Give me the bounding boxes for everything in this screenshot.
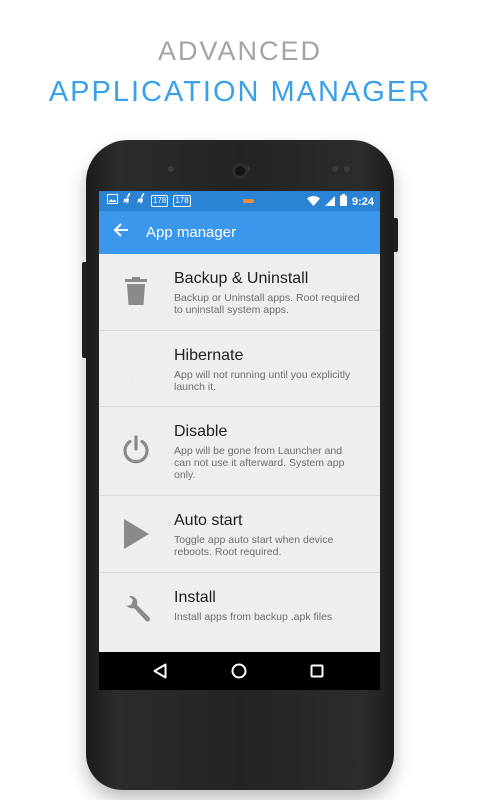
status-left-icons: 178 178 xyxy=(107,193,191,209)
phone-screen: 178 178 9:24 App manager Backup & Uninst… xyxy=(99,191,380,690)
menu-list: Backup & Uninstall Backup or Uninstall a… xyxy=(99,254,380,649)
play-icon xyxy=(119,517,153,551)
notification-dot xyxy=(243,199,254,203)
wrench-icon xyxy=(119,593,153,627)
menu-item-desc: Toggle app auto start when device reboot… xyxy=(174,534,374,558)
menu-item-desc-line: reboots. Root required. xyxy=(174,546,282,558)
status-bar: 178 178 9:24 xyxy=(99,191,380,211)
menu-item-auto-start[interactable]: Auto start Toggle app auto start when de… xyxy=(99,496,380,573)
navigation-bar xyxy=(99,652,380,690)
promo-line-1: ADVANCED xyxy=(157,36,323,66)
signal-icon xyxy=(324,193,335,211)
wifi-icon xyxy=(306,193,320,211)
menu-item-desc-line: Install apps from backup .apk files xyxy=(174,611,333,623)
proximity-sensor xyxy=(168,166,174,172)
trash-icon xyxy=(119,274,153,308)
nav-back-icon[interactable] xyxy=(151,662,169,680)
status-right-icons: 9:24 xyxy=(306,193,374,211)
menu-item-title: Auto start xyxy=(174,512,243,529)
battery-icon xyxy=(339,193,347,211)
menu-item-desc-line: App will be gone from Launcher and xyxy=(174,445,343,457)
menu-item-desc-line: Toggle app auto start when device xyxy=(174,534,334,546)
menu-item-title: Install xyxy=(174,589,216,606)
power-icon xyxy=(119,433,153,467)
arrow-left-icon[interactable] xyxy=(111,221,131,243)
menu-item-desc-line: App will not running until you explicitl… xyxy=(174,369,351,381)
notification-178-icon: 178 xyxy=(151,195,169,207)
menu-item-desc: App will be gone from Launcher and can n… xyxy=(174,445,374,481)
menu-item-backup-uninstall[interactable]: Backup & Uninstall Backup or Uninstall a… xyxy=(99,254,380,331)
menu-item-desc: Backup or Uninstall apps. Root required … xyxy=(174,292,374,316)
light-sensor xyxy=(332,166,338,172)
menu-item-desc-line: only. xyxy=(174,469,196,481)
menu-item-desc-line: can not use it afterward. System app xyxy=(174,457,345,469)
image-icon xyxy=(107,193,118,209)
menu-item-desc: App will not running until you explicitl… xyxy=(174,369,374,393)
notification-178-icon: 178 xyxy=(173,195,191,207)
menu-item-desc-line: Backup or Uninstall apps. Root required xyxy=(174,292,360,304)
promo-line-2: APPLICATION MANAGER xyxy=(48,76,432,108)
menu-item-install[interactable]: Install Install apps from backup .apk fi… xyxy=(99,573,380,649)
broom-icon xyxy=(123,193,132,209)
front-camera xyxy=(232,163,248,179)
menu-item-hibernate[interactable]: Hibernate App will not running until you… xyxy=(99,331,380,407)
light-sensor xyxy=(344,166,350,172)
volume-side-button xyxy=(82,262,87,358)
moon-icon xyxy=(119,351,153,385)
status-time: 9:24 xyxy=(351,196,374,208)
menu-item-title: Disable xyxy=(174,423,228,440)
menu-item-desc-line: to uninstall system apps. xyxy=(174,304,289,316)
menu-item-disable[interactable]: Disable App will be gone from Launcher a… xyxy=(99,407,380,496)
menu-item-desc: Install apps from backup .apk files xyxy=(174,611,374,623)
app-bar-title: App manager xyxy=(146,224,237,241)
broom-icon xyxy=(137,193,146,209)
app-bar: App manager xyxy=(99,211,380,254)
nav-recents-icon[interactable] xyxy=(308,662,326,680)
menu-item-title: Backup & Uninstall xyxy=(174,270,309,287)
power-side-button xyxy=(393,218,398,252)
menu-item-desc-line: launch it. xyxy=(174,381,217,393)
nav-home-icon[interactable] xyxy=(230,662,248,680)
menu-item-title: Hibernate xyxy=(174,347,244,364)
